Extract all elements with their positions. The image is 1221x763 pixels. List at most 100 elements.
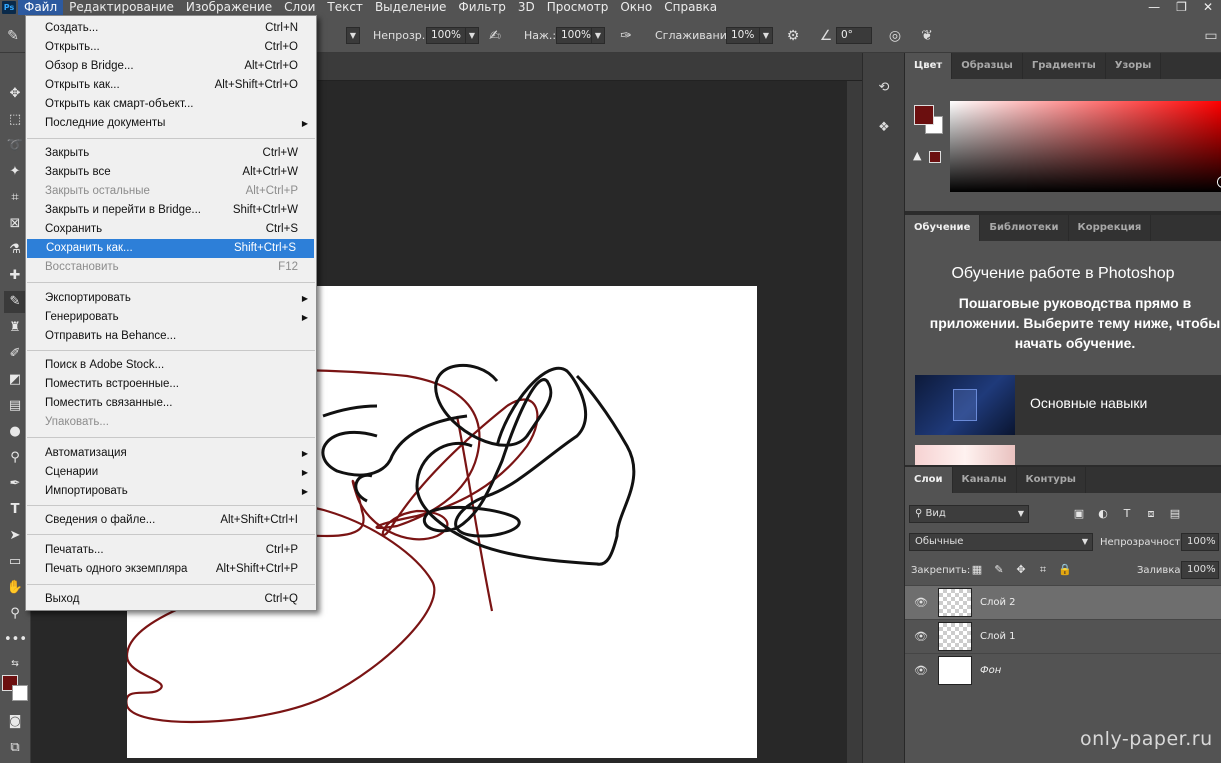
tab-adjustments[interactable]: Коррекция [1069, 215, 1152, 241]
menu-item-save[interactable]: Сохранить Ctrl+S [26, 220, 316, 239]
menu-item-share-behance[interactable]: Отправить на Behance... [26, 327, 316, 346]
angle-field[interactable]: 0° [836, 27, 872, 44]
menu-item-open-smart-object[interactable]: Открыть как смарт-объект... [26, 95, 316, 114]
blur-tool-icon[interactable]: ● [4, 421, 26, 443]
close-button[interactable]: ✕ [1203, 0, 1213, 14]
canvas-scrollbar[interactable] [847, 81, 862, 763]
path-select-tool-icon[interactable]: ➤ [4, 525, 26, 547]
quick-select-tool-icon[interactable]: ✦ [4, 161, 26, 183]
lock-image-icon[interactable]: ✎ [991, 562, 1007, 578]
menu-item-place-linked[interactable]: Поместить связанные... [26, 394, 316, 413]
filter-type-icon[interactable]: T [1119, 506, 1135, 522]
healing-brush-tool-icon[interactable]: ✚ [4, 265, 26, 287]
menu-item-generate[interactable]: Генерировать ▶ [26, 308, 316, 327]
menu-item-new[interactable]: Создать... Ctrl+N [26, 19, 316, 38]
lasso-tool-icon[interactable]: ➰ [4, 135, 26, 157]
opacity-field[interactable]: 100% [426, 27, 466, 44]
airbrush-icon[interactable]: ✑ [617, 27, 635, 45]
gear-icon[interactable]: ⚙ [784, 27, 802, 45]
type-tool-icon[interactable]: T [4, 499, 26, 521]
screen-mode-icon[interactable]: ⧉ [4, 737, 26, 759]
menu-item-scripts[interactable]: Сценарии ▶ [26, 463, 316, 482]
menu-item-browse-bridge[interactable]: Обзор в Bridge... Alt+Ctrl+O [26, 57, 316, 76]
layer-row[interactable]: 👁 Фон [905, 653, 1221, 687]
background-color-swatch[interactable] [12, 685, 28, 701]
pressure-opacity-icon[interactable]: ✍ [486, 27, 504, 45]
out-of-gamut-warning-icon[interactable]: ▲ [913, 149, 921, 162]
clone-stamp-tool-icon[interactable]: ♜ [4, 317, 26, 339]
layer-row[interactable]: 👁 Слой 1 [905, 619, 1221, 653]
menu-3d[interactable]: 3D [512, 0, 541, 15]
menu-layers[interactable]: Слои [278, 0, 321, 15]
menu-item-close-go-bridge[interactable]: Закрыть и перейти в Bridge... Shift+Ctrl+… [26, 201, 316, 220]
lock-artboard-icon[interactable]: ⌗ [1035, 562, 1051, 578]
tab-libraries[interactable]: Библиотеки [980, 215, 1069, 241]
menu-item-print-one-copy[interactable]: Печать одного экземпляра Alt+Shift+Ctrl+P [26, 560, 316, 579]
eye-icon[interactable]: 👁 [914, 664, 928, 678]
filter-smart-object-icon[interactable]: ▤ [1167, 506, 1183, 522]
menu-filter[interactable]: Фильтр [452, 0, 511, 15]
menu-item-open[interactable]: Открыть... Ctrl+O [26, 38, 316, 57]
menu-view[interactable]: Просмотр [541, 0, 615, 15]
gradient-tool-icon[interactable]: ▤ [4, 395, 26, 417]
pressure-field[interactable]: 100% [556, 27, 592, 44]
lock-position-icon[interactable]: ✥ [1013, 562, 1029, 578]
blend-mode-dropdown[interactable]: Обычные ▼ [909, 533, 1093, 551]
menu-item-place-embedded[interactable]: Поместить встроенные... [26, 375, 316, 394]
brush-preset-icon[interactable]: ✎ [4, 27, 22, 45]
hand-tool-icon[interactable]: ✋ [4, 577, 26, 599]
layer-opacity-field[interactable]: 100% [1181, 533, 1219, 551]
pressure-dropdown-arrow[interactable]: ▼ [591, 27, 605, 44]
smoothing-field[interactable]: 10% [726, 27, 760, 44]
tab-channels[interactable]: Каналы [953, 467, 1017, 493]
pen-tool-icon[interactable]: ✒ [4, 473, 26, 495]
menu-select[interactable]: Выделение [369, 0, 452, 15]
history-panel-icon[interactable]: ⟲ [873, 77, 895, 99]
menu-image[interactable]: Изображение [180, 0, 278, 15]
history-brush-tool-icon[interactable]: ✐ [4, 343, 26, 365]
filter-shape-icon[interactable]: ⧈ [1143, 506, 1159, 522]
pressure-size-icon[interactable]: ◎ [886, 27, 904, 45]
tab-gradients[interactable]: Градиенты [1023, 53, 1106, 79]
filter-pixel-icon[interactable]: ▣ [1071, 506, 1087, 522]
opacity-dropdown-arrow[interactable]: ▼ [465, 27, 479, 44]
mode-dropdown-arrow[interactable]: ▼ [346, 27, 360, 44]
brush-tool-icon[interactable]: ✎ [4, 291, 26, 313]
tab-layers[interactable]: Слои [905, 467, 953, 493]
rectangle-tool-icon[interactable]: ▭ [4, 551, 26, 573]
tab-swatches[interactable]: Образцы [952, 53, 1023, 79]
menu-item-save-as[interactable]: Сохранить как... Shift+Ctrl+S [27, 239, 314, 258]
menu-window[interactable]: Окно [614, 0, 658, 15]
menu-help[interactable]: Справка [658, 0, 723, 15]
gamut-swatch[interactable] [929, 151, 941, 163]
more-tools-icon[interactable]: ••• [4, 629, 27, 651]
symmetry-icon[interactable]: ❦ [918, 27, 936, 45]
layer-row[interactable]: 👁 Слой 2 [905, 585, 1221, 619]
menu-type[interactable]: Текст [321, 0, 369, 15]
smoothing-dropdown-arrow[interactable]: ▼ [759, 27, 773, 44]
color-panel-foreground-swatch[interactable] [914, 105, 934, 125]
tab-color[interactable]: Цвет [905, 53, 953, 79]
quick-mask-icon[interactable]: ◙ [4, 711, 26, 733]
menu-item-import[interactable]: Импортировать ▶ [26, 482, 316, 501]
tab-paths[interactable]: Контуры [1017, 467, 1086, 493]
eraser-tool-icon[interactable]: ◩ [4, 369, 26, 391]
layer-filter-dropdown[interactable]: ⚲ Вид ▼ [909, 505, 1029, 523]
lock-transparent-icon[interactable]: ▦ [969, 562, 985, 578]
eye-icon[interactable]: 👁 [914, 630, 928, 644]
filter-adjustment-icon[interactable]: ◐ [1095, 506, 1111, 522]
lock-all-icon[interactable]: 🔒 [1057, 562, 1073, 578]
color-spectrum-field[interactable] [950, 101, 1221, 192]
crop-tool-icon[interactable]: ⌗ [4, 187, 26, 209]
3d-panel-icon[interactable]: ❖ [873, 117, 895, 139]
menu-item-close-all[interactable]: Закрыть все Alt+Ctrl+W [26, 163, 316, 182]
menu-item-print[interactable]: Печатать... Ctrl+P [26, 541, 316, 560]
eyedropper-tool-icon[interactable]: ⚗ [4, 239, 26, 261]
menu-item-recent[interactable]: Последние документы ▶ [26, 114, 316, 133]
menu-item-automate[interactable]: Автоматизация ▶ [26, 444, 316, 463]
dodge-tool-icon[interactable]: ⚲ [4, 447, 26, 469]
restore-button[interactable]: ❐ [1176, 0, 1187, 14]
marquee-tool-icon[interactable]: ⬚ [4, 109, 26, 131]
menu-file[interactable]: Файл [18, 0, 64, 15]
menu-item-open-as[interactable]: Открыть как... Alt+Shift+Ctrl+O [26, 76, 316, 95]
